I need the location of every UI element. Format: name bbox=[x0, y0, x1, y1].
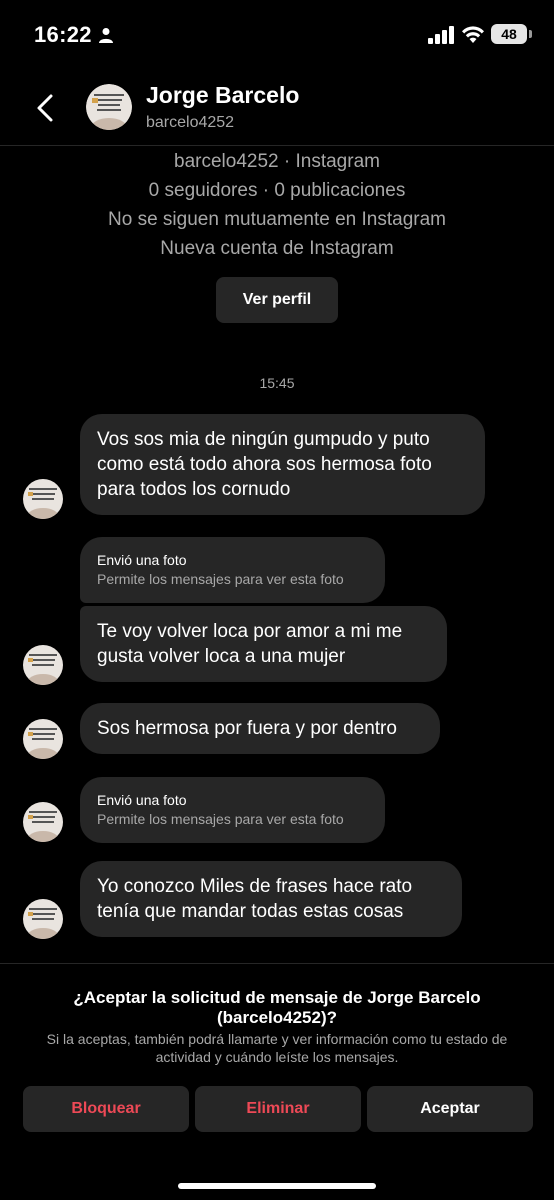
home-indicator bbox=[178, 1183, 376, 1189]
sender-avatar bbox=[23, 899, 63, 939]
chat-timestamp: 15:45 bbox=[259, 375, 295, 391]
chat-header: Jorge Barcelo barcelo4252 bbox=[0, 70, 554, 146]
status-time: 16:22 bbox=[34, 22, 92, 47]
photo-message-bubble[interactable]: Envió una foto Permite los mensajes para… bbox=[80, 537, 385, 603]
delete-button[interactable]: Eliminar bbox=[195, 1086, 361, 1132]
request-title: ¿Aceptar la solicitud de mensaje de Jorg… bbox=[73, 988, 481, 1027]
cellular-signal-icon bbox=[428, 26, 454, 44]
message-text: Sos hermosa por fuera y por dentro bbox=[97, 718, 397, 739]
photo-message-bubble[interactable]: Envió una foto Permite los mensajes para… bbox=[80, 777, 385, 843]
sender-avatar bbox=[23, 645, 63, 685]
message-text: Vos sos mia de ningún gumpudo y puto com… bbox=[97, 429, 432, 500]
sender-avatar bbox=[23, 802, 63, 842]
photo-message-title: Envió una foto bbox=[97, 792, 187, 808]
profile-new-account-line: Nueva cuenta de Instagram bbox=[160, 238, 394, 259]
profile-avatar[interactable] bbox=[86, 84, 132, 130]
profile-mutual-line: No se siguen mutuamente en Instagram bbox=[108, 209, 446, 230]
profile-info: barcelo4252 · Instagram 0 seguidores · 0… bbox=[0, 147, 554, 323]
photo-message-subtitle: Permite los mensajes para ver esta foto bbox=[97, 571, 344, 587]
back-arrow-icon[interactable] bbox=[30, 88, 60, 128]
contact-username: barcelo4252 bbox=[146, 114, 235, 131]
contact-name[interactable]: Jorge Barcelo bbox=[146, 82, 299, 109]
profile-stats-line: 0 seguidores · 0 publicaciones bbox=[148, 180, 406, 201]
sender-avatar bbox=[23, 719, 63, 759]
wifi-icon bbox=[462, 26, 484, 43]
message-request-panel: ¿Aceptar la solicitud de mensaje de Jorg… bbox=[0, 963, 554, 1200]
message-bubble[interactable]: Vos sos mia de ningún gumpudo y puto com… bbox=[80, 414, 485, 515]
message-bubble[interactable]: Te voy volver loca por amor a mi me gust… bbox=[80, 606, 447, 682]
battery-icon: 48 bbox=[491, 24, 532, 44]
status-bar: 16:22 48 bbox=[0, 0, 554, 70]
message-text: Yo conozco Miles de frases hace rato ten… bbox=[97, 876, 413, 922]
person-icon bbox=[99, 28, 113, 43]
accept-button[interactable]: Aceptar bbox=[367, 1086, 533, 1132]
request-description: Si la aceptas, también podrá llamarte y … bbox=[46, 1031, 508, 1065]
profile-handle-line: barcelo4252 · Instagram bbox=[174, 151, 380, 172]
photo-message-subtitle: Permite los mensajes para ver esta foto bbox=[97, 811, 344, 827]
sender-avatar bbox=[23, 479, 63, 519]
message-bubble[interactable]: Yo conozco Miles de frases hace rato ten… bbox=[80, 861, 462, 937]
message-text: Te voy volver loca por amor a mi me gust… bbox=[97, 621, 403, 667]
view-profile-button[interactable]: Ver perfil bbox=[216, 277, 338, 323]
photo-message-title: Envió una foto bbox=[97, 552, 187, 568]
message-bubble[interactable]: Sos hermosa por fuera y por dentro bbox=[80, 703, 440, 754]
block-button[interactable]: Bloquear bbox=[23, 1086, 189, 1132]
